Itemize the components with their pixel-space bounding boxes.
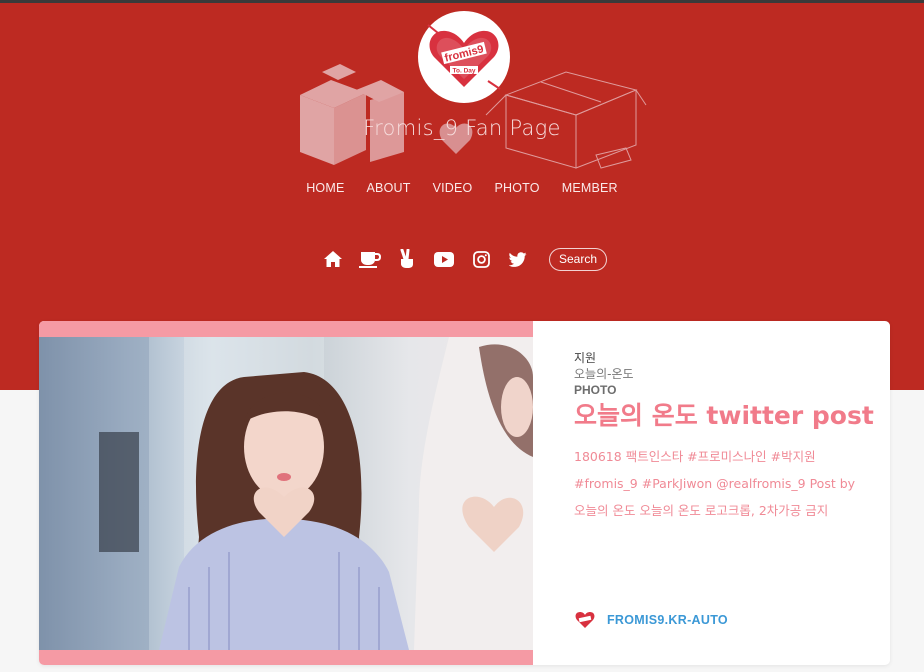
post-title[interactable]: 오늘의 온도 twitter post bbox=[574, 401, 874, 431]
post-tag[interactable]: 오늘의-온도 bbox=[574, 366, 874, 382]
post-author[interactable]: FROMIS9.KR-AUTO bbox=[575, 611, 728, 629]
site-title[interactable]: Fromis_9 Fan Page bbox=[0, 116, 924, 140]
nav-item-home[interactable]: HOME bbox=[306, 181, 344, 195]
main-nav: HOME ABOUT VIDEO PHOTO MEMBER bbox=[0, 181, 924, 195]
youtube-icon[interactable] bbox=[433, 248, 455, 270]
search-button[interactable]: Search bbox=[549, 247, 608, 271]
post-photo[interactable] bbox=[39, 337, 533, 650]
post-info: 지원 오늘의-온도 PHOTO 오늘의 온도 twitter post 1806… bbox=[574, 350, 874, 524]
home-icon[interactable] bbox=[322, 248, 344, 270]
post-excerpt: 180618 팩트인스타 #프로미스나인 #박지원 #fromis_9 #Par… bbox=[574, 449, 856, 518]
social-bar: Search bbox=[322, 247, 608, 271]
nav-item-video[interactable]: VIDEO bbox=[433, 181, 473, 195]
post-card[interactable]: 지원 오늘의-온도 PHOTO 오늘의 온도 twitter post 1806… bbox=[39, 321, 890, 665]
coffee-cup-icon[interactable] bbox=[359, 248, 381, 270]
post-photo-illustration bbox=[39, 337, 533, 650]
nav-item-member[interactable]: MEMBER bbox=[562, 181, 618, 195]
post-category[interactable]: PHOTO bbox=[574, 383, 874, 397]
instagram-icon[interactable] bbox=[470, 248, 492, 270]
fromis9-heart-logo-icon: fromis9 To. Day bbox=[427, 24, 501, 90]
author-name[interactable]: FROMIS9.KR-AUTO bbox=[607, 613, 728, 627]
logo-subtext: To. Day bbox=[453, 68, 476, 75]
twitter-icon[interactable] bbox=[507, 248, 529, 270]
peace-hand-icon[interactable] bbox=[396, 248, 418, 270]
post-image-frame bbox=[39, 321, 533, 665]
site-logo[interactable]: fromis9 To. Day bbox=[418, 11, 510, 103]
post-tag[interactable]: 지원 bbox=[574, 350, 874, 366]
nav-item-about[interactable]: ABOUT bbox=[367, 181, 411, 195]
nav-item-photo[interactable]: PHOTO bbox=[494, 181, 539, 195]
author-avatar-icon bbox=[575, 612, 595, 628]
